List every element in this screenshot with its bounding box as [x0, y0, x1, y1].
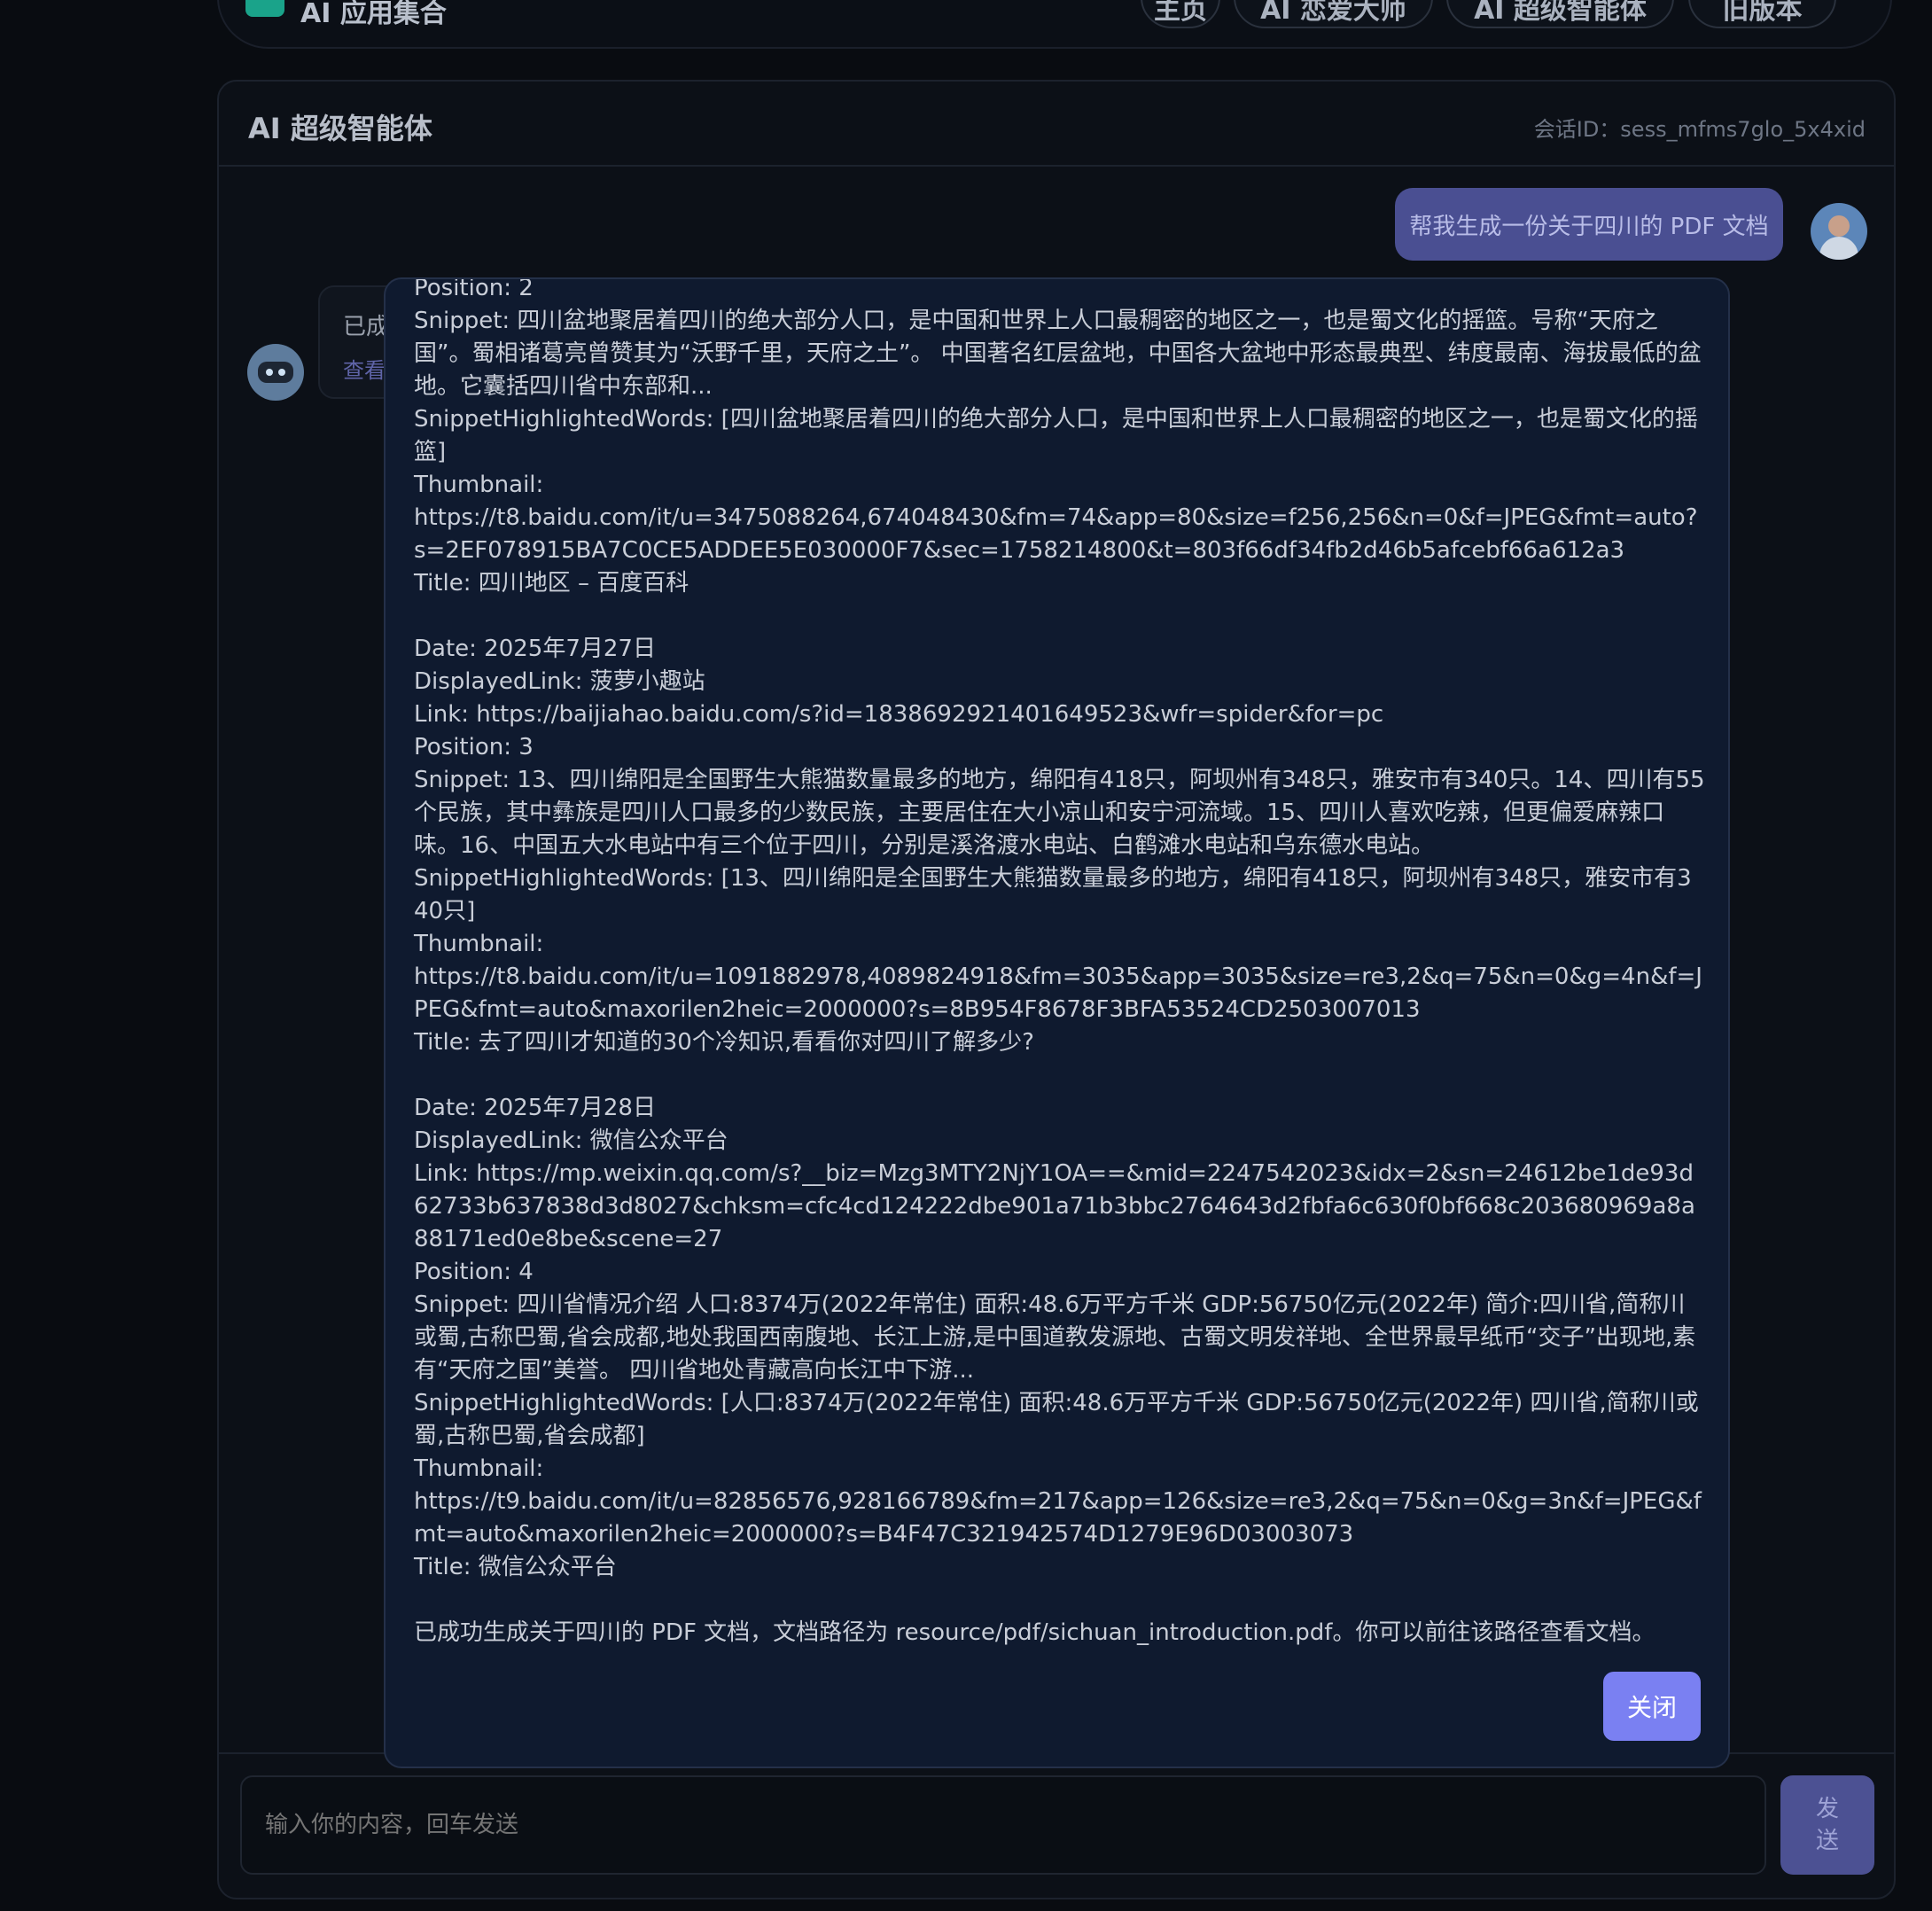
- nav-title: AI 应用集合: [300, 0, 447, 29]
- send-button[interactable]: 发 送: [1780, 1775, 1874, 1875]
- panel-header: AI 超级智能体 会话ID：sess_mfms7glo_5x4xid: [219, 82, 1894, 167]
- send-button-label-1: 发: [1815, 1796, 1839, 1822]
- user-avatar: [1811, 203, 1867, 260]
- nav-item-super-agent[interactable]: AI 超级智能体: [1446, 0, 1674, 28]
- robot-eye-icon: [266, 369, 273, 376]
- view-details-link[interactable]: 查看: [343, 353, 386, 384]
- nav-item-love-master[interactable]: AI 恋爱大师: [1234, 0, 1433, 28]
- send-button-label-2: 送: [1815, 1828, 1839, 1854]
- nav-item-home[interactable]: 主页: [1141, 0, 1220, 28]
- session-id: 会话ID：sess_mfms7glo_5x4xid: [1533, 117, 1866, 142]
- modal-content-text: Position: 2 Snippet: 四川盆地聚居着四川的绝大部分人口，是中…: [414, 277, 1705, 1646]
- nav-item-old-version[interactable]: 旧版本: [1688, 0, 1836, 28]
- bot-message-text: 已成: [343, 314, 390, 340]
- user-avatar-face: [1828, 215, 1850, 237]
- app-logo-icon: [245, 0, 284, 17]
- user-message-bubble: 帮我生成一份关于四川的 PDF 文档: [1395, 188, 1783, 261]
- robot-visor-icon: [258, 362, 293, 383]
- close-button[interactable]: 关闭: [1603, 1672, 1701, 1741]
- bot-avatar: [247, 344, 304, 401]
- input-area: 发 送: [219, 1752, 1894, 1898]
- user-avatar-body: [1819, 237, 1858, 260]
- chat-input[interactable]: [240, 1775, 1766, 1875]
- top-nav: AI 应用集合 主页 AI 恋爱大师 AI 超级智能体 旧版本: [217, 0, 1892, 49]
- robot-eye-icon: [278, 369, 285, 376]
- details-modal: Position: 2 Snippet: 四川盆地聚居着四川的绝大部分人口，是中…: [384, 277, 1730, 1768]
- panel-title: AI 超级智能体: [248, 112, 432, 145]
